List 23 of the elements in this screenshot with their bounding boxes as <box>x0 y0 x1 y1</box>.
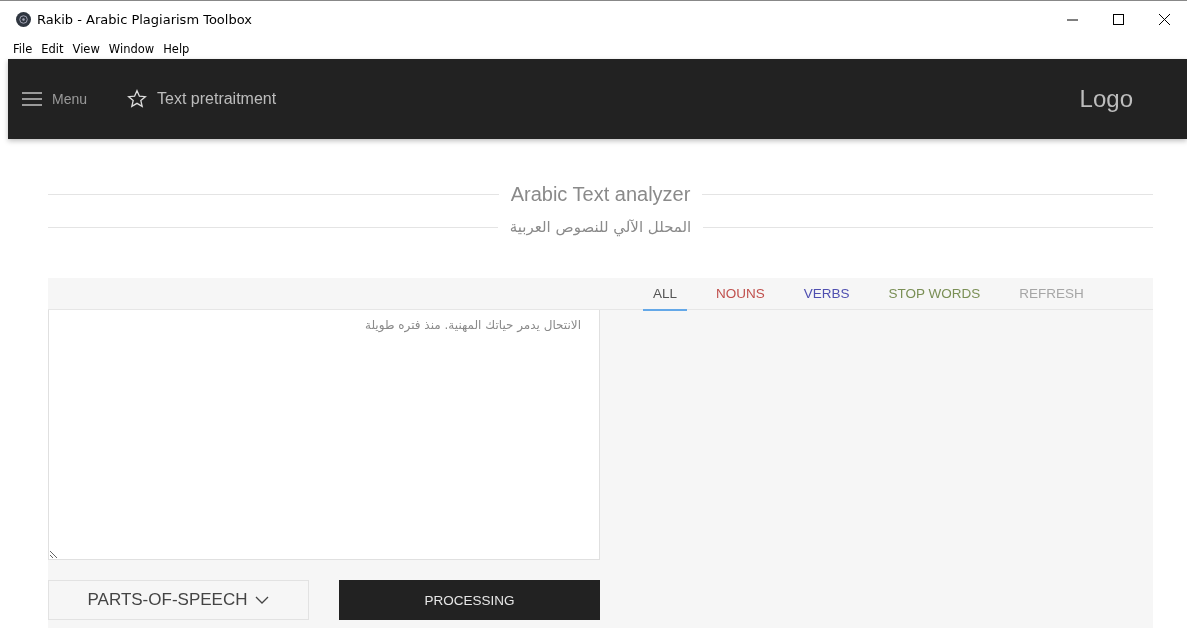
processing-button[interactable]: PROCESSING <box>339 580 600 620</box>
page-subheading: المحلل الآلي للنصوص العربية <box>509 218 692 236</box>
pos-dropdown[interactable]: PARTS-OF-SPEECH <box>48 580 309 620</box>
window-title: Rakib - Arabic Plagiarism Toolbox <box>37 12 253 27</box>
tab[interactable]: ALL <box>643 278 688 311</box>
text-input-field[interactable]: الانتحال يدمر حياتك المهنية. منذ فتره طويلة <box>48 310 600 560</box>
page-heading: Arabic Text analyzer <box>510 183 691 206</box>
close-icon <box>1158 14 1170 25</box>
menu-icon <box>22 91 42 107</box>
tab[interactable]: VERBS <box>793 278 860 311</box>
menu-button[interactable]: Menu <box>22 91 88 107</box>
logo: Logo <box>1079 85 1133 113</box>
menu-item[interactable]: View <box>72 41 100 56</box>
app-icon <box>16 12 31 27</box>
page-title: Text pretraitment <box>157 90 277 108</box>
menu-item[interactable]: File <box>13 41 33 56</box>
star-icon <box>127 89 148 109</box>
tab[interactable]: NOUNS <box>706 278 775 311</box>
maximize-icon <box>1112 14 1124 25</box>
menu-item[interactable]: Window <box>108 41 155 56</box>
menu-item[interactable]: Help <box>163 41 190 56</box>
chevron-down-icon <box>255 596 270 604</box>
menu-item[interactable]: Edit <box>41 41 64 56</box>
